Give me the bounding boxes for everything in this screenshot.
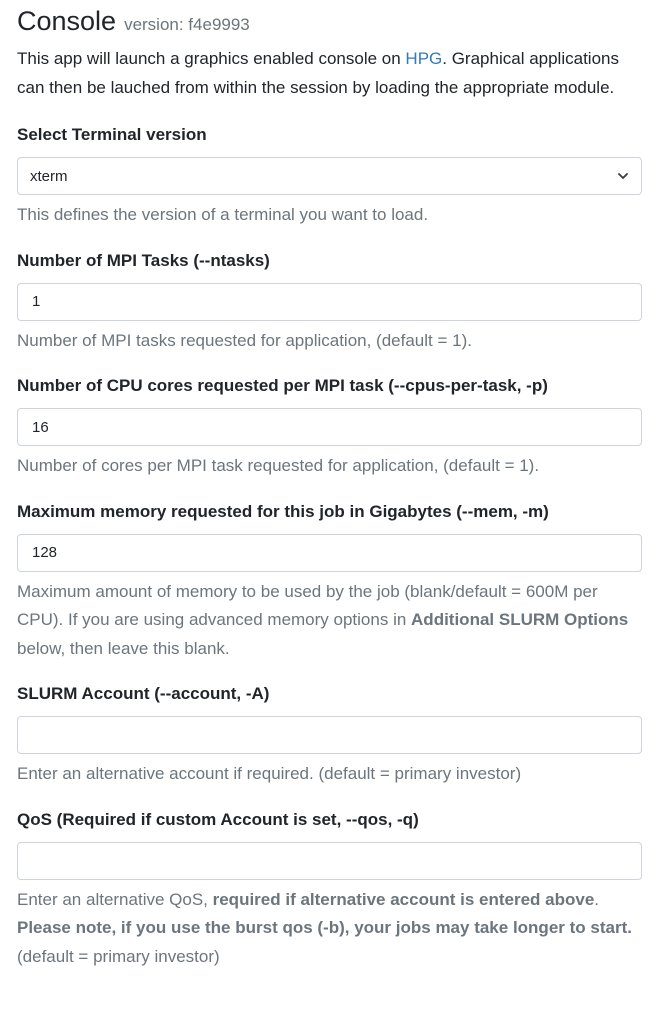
cpus-input[interactable]: 16	[17, 408, 642, 446]
mem-help-after: below, then leave this blank.	[17, 638, 230, 658]
mem-value: 128	[32, 544, 58, 561]
ntasks-input[interactable]: 1	[17, 282, 642, 321]
qos-help-after: (default = primary investor)	[17, 946, 220, 966]
chevron-down-icon	[618, 173, 628, 179]
mem-input[interactable]: 128	[17, 533, 642, 572]
qos-label: QoS (Required if custom Account is set, …	[17, 809, 419, 829]
ntasks-group: Number of MPI Tasks (--ntasks) 1 Number …	[17, 249, 642, 356]
header: Console version: f4e9993	[17, 2, 642, 40]
qos-help-mid: .	[594, 889, 600, 909]
cpus-help: Number of cores per MPI task requested f…	[17, 456, 540, 475]
intro-text: This app will launch a graphics enabled …	[17, 45, 642, 102]
qos-help: Enter an alternative QoS, required if al…	[17, 886, 642, 972]
terminal-label: Select Terminal version	[17, 125, 207, 144]
account-group: SLURM Account (--account, -A) Enter an a…	[17, 682, 642, 789]
qos-input[interactable]	[17, 841, 642, 880]
ntasks-label: Number of MPI Tasks (--ntasks)	[17, 250, 270, 270]
form-page: Console version: f4e9993 This app will l…	[0, 2, 670, 971]
qos-help-before: Enter an alternative QoS,	[17, 889, 213, 909]
ntasks-help: Number of MPI tasks requested for applic…	[17, 330, 472, 350]
qos-group: QoS (Required if custom Account is set, …	[17, 808, 642, 972]
cpus-value: 16	[32, 418, 49, 436]
terminal-group: Select Terminal version xterm This defin…	[17, 123, 642, 230]
qos-help-bold1: required if alternative account is enter…	[212, 889, 595, 909]
mem-label: Maximum memory requested for this job in…	[17, 501, 549, 521]
account-label: SLURM Account (--account, -A)	[17, 684, 270, 703]
terminal-select-value: xterm	[30, 167, 68, 185]
qos-help-bold2: Please note, if you use the burst qos (-…	[17, 918, 632, 937]
intro-before: This app will launch a graphics enabled …	[17, 49, 406, 68]
mem-group: Maximum memory requested for this job in…	[17, 500, 642, 664]
mem-help: Maximum amount of memory to be used by t…	[17, 578, 642, 664]
mem-help-bold: Additional SLURM Options	[411, 610, 629, 629]
version-label: version: f4e9993	[124, 15, 250, 34]
ntasks-value: 1	[32, 293, 41, 310]
account-help: Enter an alternative account if required…	[17, 764, 522, 783]
terminal-help: This defines the version of a terminal y…	[17, 205, 429, 224]
cpus-label: Number of CPU cores requested per MPI ta…	[17, 376, 548, 395]
hpg-link[interactable]: HPG	[405, 49, 442, 68]
page-title: Console	[17, 6, 117, 36]
account-input[interactable]	[17, 716, 642, 754]
cpus-group: Number of CPU cores requested per MPI ta…	[17, 374, 642, 481]
terminal-select[interactable]: xterm	[17, 157, 642, 195]
